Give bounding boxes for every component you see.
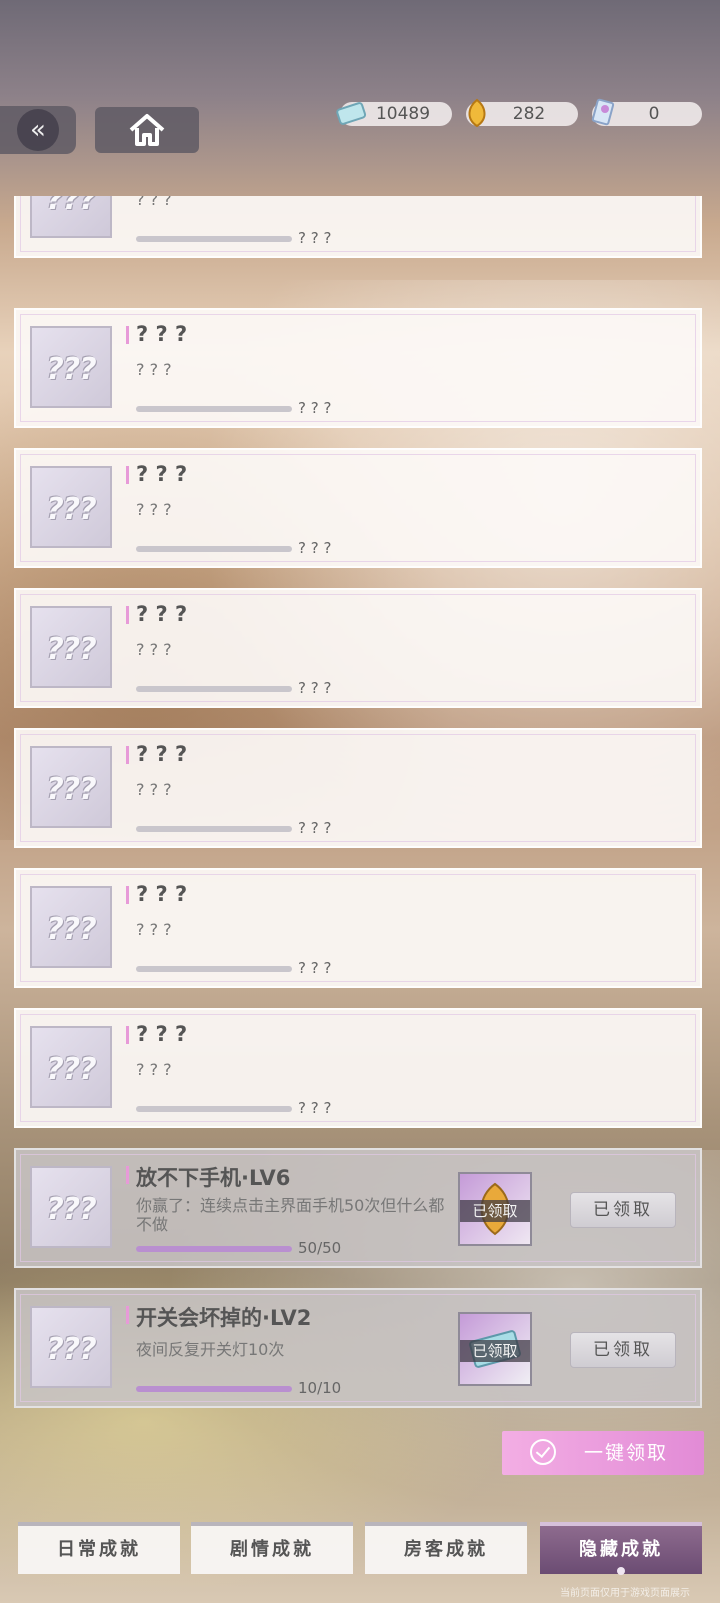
progress-bar (136, 1246, 292, 1252)
achievement-thumb: ??? (30, 746, 112, 828)
achievement-thumb: ??? (30, 326, 112, 408)
progress-text: ? ? ? (298, 229, 332, 247)
reward-item[interactable]: 已领取 (458, 1172, 532, 1246)
achievement-desc: ? ? ? (136, 920, 172, 939)
progress-text: ? ? ? (298, 679, 332, 697)
reward-claimed-label: 已领取 (460, 1340, 530, 1362)
progress-text: ? ? ? (298, 819, 332, 837)
achievement-card: ??? ? ? ? ? ? ? ? ? ? (14, 588, 702, 708)
achievement-card: ??? ? ? ? ? ? ? ? ? ? (14, 868, 702, 988)
achievement-thumb: ??? (30, 886, 112, 968)
achievement-card: ??? ? ? ? ? ? ? ? ? ? (14, 728, 702, 848)
progress-text: ? ? ? (298, 1099, 332, 1117)
home-icon (129, 114, 165, 146)
achievement-thumb: ??? (30, 1026, 112, 1108)
achievement-card-completed: ??? 开关会坏掉的·LV2 夜间反复开关灯10次 10/10 已领取 已领取 (14, 1288, 702, 1408)
currency-card: 0 (591, 98, 702, 126)
achievement-desc: 夜间反复开关灯10次 (136, 1340, 285, 1359)
achievement-desc: ? ? ? (136, 640, 172, 659)
tab-story-achievements[interactable]: 剧情成就 (191, 1522, 353, 1574)
progress-bar (136, 236, 292, 242)
progress-bar (136, 826, 292, 832)
ticket-icon (336, 102, 367, 125)
progress-bar (136, 406, 292, 412)
achievement-title: ? ? ? (136, 322, 188, 346)
double-chevron-left-icon: « (17, 109, 59, 151)
progress-text: 10/10 (298, 1379, 342, 1397)
achievement-title: ? ? ? (136, 882, 188, 906)
home-button[interactable] (95, 107, 199, 153)
reward-item[interactable]: 已领取 (458, 1312, 532, 1386)
claim-all-label: 一键领取 (584, 1442, 669, 1464)
progress-bar (136, 966, 292, 972)
achievement-title: ? ? ? (136, 742, 188, 766)
currency-gem: 282 (466, 98, 578, 128)
currency-card-value: 0 (648, 104, 660, 124)
achievement-title: ? ? ? (136, 602, 188, 626)
progress-bar (136, 546, 292, 552)
achievement-desc: ? ? ? (136, 360, 172, 379)
achievement-card: ??? ? ? ? ? ? ? ? ? ? (14, 448, 702, 568)
achievement-desc: 你赢了：连续点击主界面手机50次但什么都不做 (136, 1196, 445, 1234)
achievement-desc: ? ? ? (136, 500, 172, 519)
currency-ticket: 10489 (336, 102, 452, 126)
back-button[interactable]: « (0, 106, 76, 154)
footer-note: 当前页面仅用于游戏页面展示 (560, 1588, 690, 1599)
progress-bar (136, 1386, 292, 1392)
achievement-title: ? ? ? (136, 462, 188, 486)
achievement-card: ??? ? ? ? ? ? ? ? ? ? (14, 308, 702, 428)
achievement-thumb: ??? (30, 606, 112, 688)
reward-claimed-label: 已领取 (460, 1200, 530, 1222)
achievement-title: 放不下手机·LV6 (136, 1166, 291, 1190)
tab-daily-achievements[interactable]: 日常成就 (18, 1522, 180, 1574)
check-circle-icon (530, 1439, 556, 1465)
progress-bar (136, 1106, 292, 1112)
progress-bar (136, 686, 292, 692)
claimed-button[interactable]: 已领取 (570, 1192, 676, 1228)
progress-text: 50/50 (298, 1239, 342, 1257)
achievement-title: ? ? ? (136, 1022, 188, 1046)
achievement-thumb: ??? (30, 196, 112, 238)
achievement-card: ??? ? ? ? ? ? ? ? ? ? (14, 196, 702, 258)
gem-icon (468, 98, 486, 128)
achievement-title: 开关会坏掉的·LV2 (136, 1306, 312, 1330)
achievement-card: ??? ? ? ? ? ? ? ? ? ? (14, 1008, 702, 1128)
progress-text: ? ? ? (298, 959, 332, 977)
claim-all-button[interactable]: 一键领取 (502, 1431, 704, 1475)
progress-text: ? ? ? (298, 399, 332, 417)
achievement-card-completed: ??? 放不下手机·LV6 你赢了：连续点击主界面手机50次但什么都不做 50/… (14, 1148, 702, 1268)
achievement-thumb: ??? (30, 1166, 112, 1248)
achievement-thumb: ??? (30, 1306, 112, 1388)
achievement-thumb: ??? (30, 466, 112, 548)
tab-hidden-achievements[interactable]: 隐藏成就 (540, 1522, 702, 1575)
achievement-list[interactable]: ??? ? ? ? ? ? ? ? ? ? ??? ? ? ? ? ? ? ? … (14, 196, 702, 1414)
achievement-desc: ? ? ? (136, 780, 172, 799)
tab-tenant-achievements[interactable]: 房客成就 (365, 1522, 527, 1574)
card-icon (591, 98, 615, 126)
currency-gem-value: 282 (512, 104, 546, 124)
achievement-desc: ? ? ? (136, 196, 172, 209)
claimed-button[interactable]: 已领取 (570, 1332, 676, 1368)
progress-text: ? ? ? (298, 539, 332, 557)
currency-ticket-value: 10489 (375, 104, 431, 124)
achievement-desc: ? ? ? (136, 1060, 172, 1079)
